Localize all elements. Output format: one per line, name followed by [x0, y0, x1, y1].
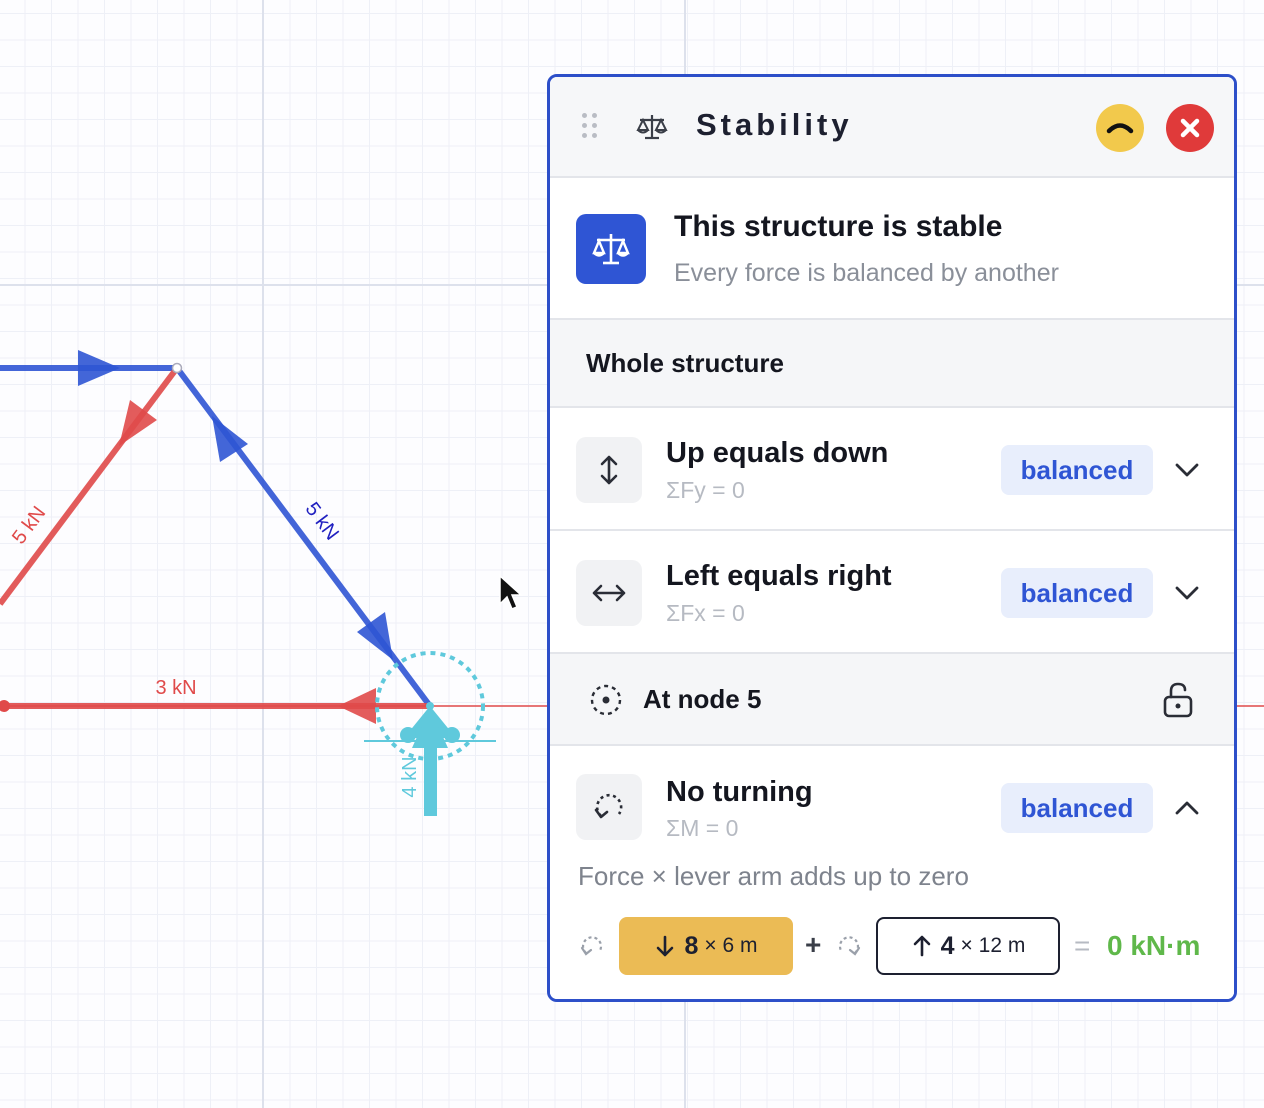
stability-panel: Stability This structure is stable Every…: [547, 74, 1237, 1002]
stability-status: This structure is stable Every force is …: [550, 178, 1234, 320]
check-title: Up equals down: [666, 437, 889, 469]
section-header-whole-structure: Whole structure: [550, 320, 1234, 408]
check-row-up-down[interactable]: Up equals down ΣFy = 0 balanced: [550, 408, 1234, 531]
arrow-down-icon: [657, 935, 674, 957]
check-row-left-right[interactable]: Left equals right ΣFx = 0 balanced: [550, 531, 1234, 654]
mouse-cursor-icon: [499, 574, 523, 610]
check-icon-tile: [576, 437, 642, 503]
section-header-node-5: At node 5: [550, 654, 1234, 746]
plus-sign: +: [805, 929, 822, 960]
check-title: No turning: [666, 776, 813, 808]
rotation-icon: [838, 936, 861, 956]
term-force: 4: [940, 931, 955, 960]
moment-result: 0 kN·m: [1107, 930, 1201, 961]
close-button[interactable]: [1166, 104, 1214, 152]
check-icon-tile: [576, 774, 642, 840]
drag-handle-icon[interactable]: [582, 113, 600, 143]
status-badge: balanced: [1001, 445, 1153, 495]
chevron-up-icon[interactable]: [1172, 793, 1202, 823]
force-label: 3 kN: [155, 677, 196, 699]
member-top-blue[interactable]: [0, 350, 177, 386]
arrow-up-icon: [913, 935, 930, 957]
moment-term-1[interactable]: 8 × 6 m: [619, 917, 793, 975]
section-label: Whole structure: [586, 348, 784, 378]
chevron-up-icon: [1106, 123, 1134, 134]
section-label: At node 5: [643, 684, 762, 714]
member-horizontal-red[interactable]: 3 kN: [0, 677, 430, 724]
collapse-button[interactable]: [1096, 104, 1144, 152]
check-formula: ΣFy = 0: [666, 477, 745, 503]
node-target-icon: [590, 684, 622, 716]
node-5[interactable]: [426, 702, 434, 710]
node-top[interactable]: [171, 362, 183, 374]
status-badge: balanced: [1001, 568, 1153, 618]
force-label: 4 kN: [399, 756, 421, 797]
panel-title: Stability: [696, 107, 853, 142]
chevron-down-icon[interactable]: [1172, 455, 1202, 485]
check-formula: ΣM = 0: [666, 815, 739, 841]
member-diagonal-blue[interactable]: 5 kN: [174, 366, 433, 708]
force-arrow: [78, 350, 120, 386]
panel-header: Stability: [550, 77, 1234, 178]
node-5-support[interactable]: 4 kN: [364, 651, 496, 816]
status-subtitle: Every force is balanced by another: [674, 259, 1059, 287]
status-badge: balanced: [1001, 783, 1153, 833]
force-arrow: [338, 688, 376, 724]
term-arm: × 6 m: [704, 934, 758, 957]
status-icon-tile: [576, 214, 646, 284]
balance-scale-icon: [592, 234, 630, 265]
member-diagonal-red[interactable]: 5 kN: [0, 366, 180, 606]
moment-term-2[interactable]: 4 × 12 m: [876, 917, 1060, 975]
status-title: This structure is stable: [674, 210, 1003, 243]
close-icon: [1180, 118, 1200, 138]
unlock-icon[interactable]: [1162, 681, 1194, 719]
check-formula: ΣFx = 0: [666, 600, 745, 626]
moment-description: Force × lever arm adds up to zero: [578, 861, 969, 891]
check-title: Left equals right: [666, 560, 892, 592]
rotation-icon: [594, 793, 623, 819]
term-force: 8: [684, 931, 699, 960]
horizontal-arrows-icon: [592, 584, 626, 602]
term-arm: × 12 m: [960, 934, 1026, 957]
balance-scale-icon: [636, 115, 668, 140]
check-icon-tile: [576, 560, 642, 626]
equals-sign: =: [1074, 930, 1091, 961]
chevron-down-icon[interactable]: [1172, 578, 1202, 608]
rotation-icon: [580, 936, 603, 956]
vertical-arrows-icon: [600, 455, 618, 485]
